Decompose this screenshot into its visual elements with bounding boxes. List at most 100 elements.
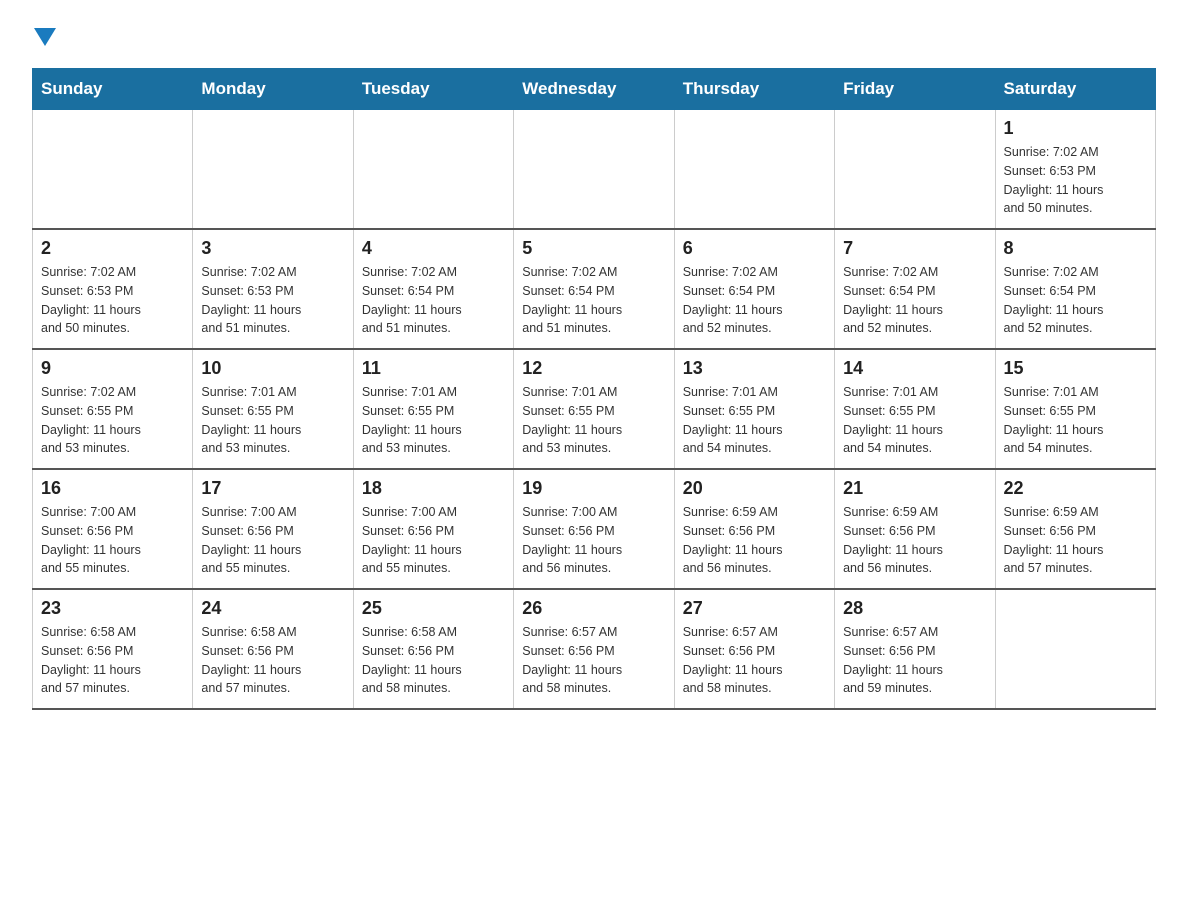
day-number: 27 [683, 598, 826, 619]
day-number: 25 [362, 598, 505, 619]
day-of-week-header: Tuesday [353, 69, 513, 110]
day-number: 17 [201, 478, 344, 499]
day-info: Sunrise: 6:58 AM Sunset: 6:56 PM Dayligh… [362, 623, 505, 698]
day-number: 4 [362, 238, 505, 259]
calendar-cell: 12 Sunrise: 7:01 AM Sunset: 6:55 PM Dayli… [514, 349, 674, 469]
day-number: 21 [843, 478, 986, 499]
day-number: 7 [843, 238, 986, 259]
day-number: 14 [843, 358, 986, 379]
calendar-cell: 8Sunrise: 7:02 AM Sunset: 6:54 PM Daylig… [995, 229, 1155, 349]
day-info: Sunrise: 7:01 AM Sunset: 6:55 PM Dayligh… [362, 383, 505, 458]
day-number: 26 [522, 598, 665, 619]
calendar-cell: 22Sunrise: 6:59 AM Sunset: 6:56 PM Dayli… [995, 469, 1155, 589]
calendar-cell: 17 Sunrise: 7:00 AM Sunset: 6:56 PM Dayli… [193, 469, 353, 589]
calendar-cell: 23 Sunrise: 6:58 AM Sunset: 6:56 PM Dayli… [33, 589, 193, 709]
calendar-week-row: 9 Sunrise: 7:02 AM Sunset: 6:55 PM Daylig… [33, 349, 1156, 469]
day-number: 16 [41, 478, 184, 499]
day-number: 19 [522, 478, 665, 499]
calendar-cell: 25 Sunrise: 6:58 AM Sunset: 6:56 PM Dayli… [353, 589, 513, 709]
day-info: Sunrise: 6:57 AM Sunset: 6:56 PM Dayligh… [683, 623, 826, 698]
day-info: Sunrise: 7:02 AM Sunset: 6:54 PM Dayligh… [683, 263, 826, 338]
day-info: Sunrise: 6:57 AM Sunset: 6:56 PM Dayligh… [843, 623, 986, 698]
calendar-week-row: 23 Sunrise: 6:58 AM Sunset: 6:56 PM Dayli… [33, 589, 1156, 709]
calendar-cell: 3 Sunrise: 7:02 AM Sunset: 6:53 PM Daylig… [193, 229, 353, 349]
day-info: Sunrise: 7:01 AM Sunset: 6:55 PM Dayligh… [522, 383, 665, 458]
day-info: Sunrise: 6:58 AM Sunset: 6:56 PM Dayligh… [41, 623, 184, 698]
day-of-week-header: Sunday [33, 69, 193, 110]
calendar-cell: 13 Sunrise: 7:01 AM Sunset: 6:55 PM Dayli… [674, 349, 834, 469]
logo [32, 24, 56, 48]
day-number: 15 [1004, 358, 1147, 379]
calendar-cell [33, 110, 193, 230]
day-number: 28 [843, 598, 986, 619]
day-number: 8 [1004, 238, 1147, 259]
calendar-cell: 11 Sunrise: 7:01 AM Sunset: 6:55 PM Dayli… [353, 349, 513, 469]
day-info: Sunrise: 7:02 AM Sunset: 6:53 PM Dayligh… [1004, 143, 1147, 218]
day-of-week-header: Saturday [995, 69, 1155, 110]
calendar-cell: 9 Sunrise: 7:02 AM Sunset: 6:55 PM Daylig… [33, 349, 193, 469]
calendar-cell: 10 Sunrise: 7:01 AM Sunset: 6:55 PM Dayli… [193, 349, 353, 469]
calendar-cell: 15 Sunrise: 7:01 AM Sunset: 6:55 PM Dayli… [995, 349, 1155, 469]
calendar-week-row: 16 Sunrise: 7:00 AM Sunset: 6:56 PM Dayli… [33, 469, 1156, 589]
calendar-cell: 19 Sunrise: 7:00 AM Sunset: 6:56 PM Dayli… [514, 469, 674, 589]
day-info: Sunrise: 7:02 AM Sunset: 6:53 PM Dayligh… [41, 263, 184, 338]
day-info: Sunrise: 7:02 AM Sunset: 6:54 PM Dayligh… [522, 263, 665, 338]
day-info: Sunrise: 7:02 AM Sunset: 6:53 PM Dayligh… [201, 263, 344, 338]
day-info: Sunrise: 7:00 AM Sunset: 6:56 PM Dayligh… [362, 503, 505, 578]
calendar-table: SundayMondayTuesdayWednesdayThursdayFrid… [32, 68, 1156, 710]
day-info: Sunrise: 6:59 AM Sunset: 6:56 PM Dayligh… [1004, 503, 1147, 578]
day-info: Sunrise: 7:01 AM Sunset: 6:55 PM Dayligh… [201, 383, 344, 458]
calendar-cell: 2 Sunrise: 7:02 AM Sunset: 6:53 PM Daylig… [33, 229, 193, 349]
day-of-week-header: Thursday [674, 69, 834, 110]
day-info: Sunrise: 7:01 AM Sunset: 6:55 PM Dayligh… [1004, 383, 1147, 458]
calendar-cell [193, 110, 353, 230]
calendar-cell: 5 Sunrise: 7:02 AM Sunset: 6:54 PM Daylig… [514, 229, 674, 349]
calendar-cell [835, 110, 995, 230]
day-number: 9 [41, 358, 184, 379]
calendar-cell: 26 Sunrise: 6:57 AM Sunset: 6:56 PM Dayli… [514, 589, 674, 709]
day-number: 5 [522, 238, 665, 259]
calendar-cell: 24 Sunrise: 6:58 AM Sunset: 6:56 PM Dayli… [193, 589, 353, 709]
logo-arrow-icon [34, 28, 56, 48]
calendar-body: 1 Sunrise: 7:02 AM Sunset: 6:53 PM Daylig… [33, 110, 1156, 710]
calendar-cell: 21Sunrise: 6:59 AM Sunset: 6:56 PM Dayli… [835, 469, 995, 589]
calendar-cell: 16 Sunrise: 7:00 AM Sunset: 6:56 PM Dayli… [33, 469, 193, 589]
day-info: Sunrise: 7:01 AM Sunset: 6:55 PM Dayligh… [683, 383, 826, 458]
day-of-week-header: Monday [193, 69, 353, 110]
calendar-cell: 7 Sunrise: 7:02 AM Sunset: 6:54 PM Daylig… [835, 229, 995, 349]
calendar-cell [674, 110, 834, 230]
day-number: 11 [362, 358, 505, 379]
calendar-week-row: 2 Sunrise: 7:02 AM Sunset: 6:53 PM Daylig… [33, 229, 1156, 349]
day-info: Sunrise: 6:59 AM Sunset: 6:56 PM Dayligh… [683, 503, 826, 578]
day-number: 13 [683, 358, 826, 379]
day-number: 23 [41, 598, 184, 619]
day-info: Sunrise: 6:57 AM Sunset: 6:56 PM Dayligh… [522, 623, 665, 698]
day-info: Sunrise: 7:00 AM Sunset: 6:56 PM Dayligh… [41, 503, 184, 578]
calendar-cell: 28 Sunrise: 6:57 AM Sunset: 6:56 PM Dayli… [835, 589, 995, 709]
page-header [32, 24, 1156, 48]
day-number: 1 [1004, 118, 1147, 139]
calendar-cell: 18 Sunrise: 7:00 AM Sunset: 6:56 PM Dayli… [353, 469, 513, 589]
calendar-cell [514, 110, 674, 230]
calendar-cell: 1 Sunrise: 7:02 AM Sunset: 6:53 PM Daylig… [995, 110, 1155, 230]
days-of-week-row: SundayMondayTuesdayWednesdayThursdayFrid… [33, 69, 1156, 110]
day-number: 2 [41, 238, 184, 259]
day-number: 18 [362, 478, 505, 499]
day-info: Sunrise: 7:01 AM Sunset: 6:55 PM Dayligh… [843, 383, 986, 458]
day-of-week-header: Wednesday [514, 69, 674, 110]
day-info: Sunrise: 6:58 AM Sunset: 6:56 PM Dayligh… [201, 623, 344, 698]
calendar-cell: 27 Sunrise: 6:57 AM Sunset: 6:56 PM Dayli… [674, 589, 834, 709]
day-info: Sunrise: 7:00 AM Sunset: 6:56 PM Dayligh… [201, 503, 344, 578]
calendar-cell: 6Sunrise: 7:02 AM Sunset: 6:54 PM Daylig… [674, 229, 834, 349]
day-info: Sunrise: 7:02 AM Sunset: 6:54 PM Dayligh… [843, 263, 986, 338]
day-number: 24 [201, 598, 344, 619]
calendar-cell: 20 Sunrise: 6:59 AM Sunset: 6:56 PM Dayli… [674, 469, 834, 589]
day-number: 10 [201, 358, 344, 379]
day-number: 12 [522, 358, 665, 379]
day-number: 20 [683, 478, 826, 499]
day-number: 3 [201, 238, 344, 259]
day-of-week-header: Friday [835, 69, 995, 110]
day-info: Sunrise: 7:02 AM Sunset: 6:54 PM Dayligh… [362, 263, 505, 338]
day-info: Sunrise: 7:02 AM Sunset: 6:55 PM Dayligh… [41, 383, 184, 458]
day-info: Sunrise: 7:00 AM Sunset: 6:56 PM Dayligh… [522, 503, 665, 578]
